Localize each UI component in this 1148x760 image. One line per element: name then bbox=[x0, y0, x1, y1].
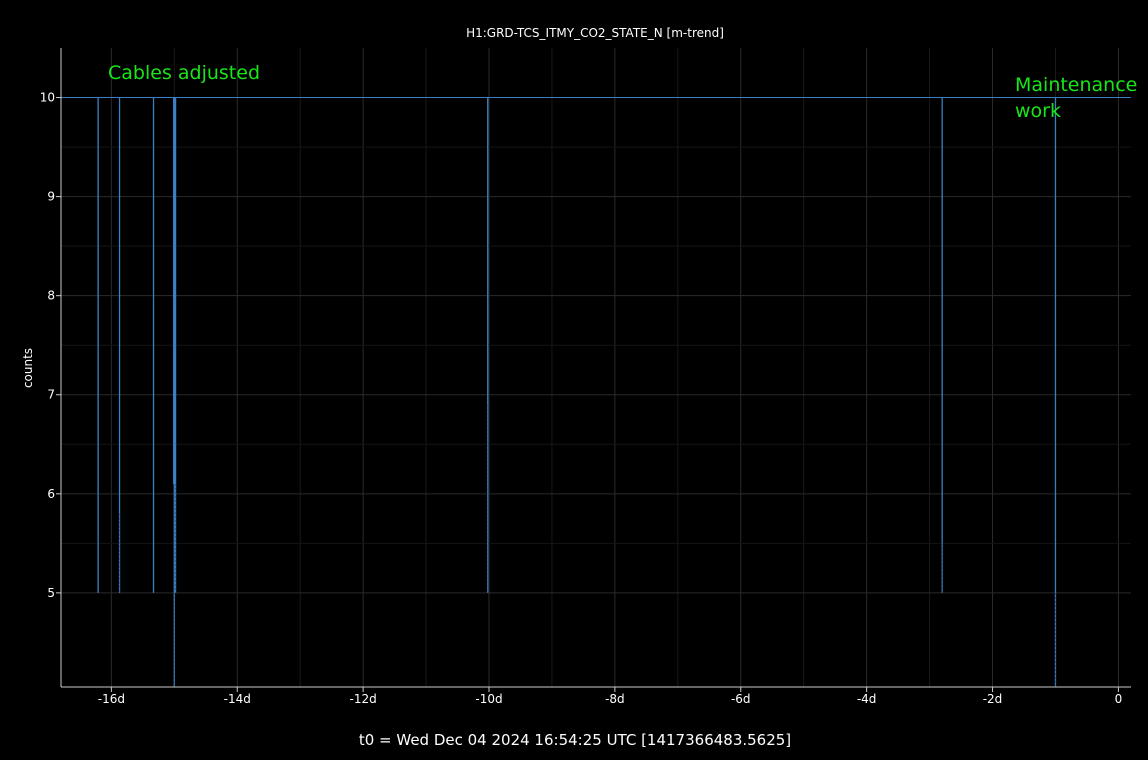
y-tick-label: 6 bbox=[47, 487, 55, 501]
x-tick-label: -10d bbox=[475, 692, 502, 706]
y-axis-label: counts bbox=[21, 348, 35, 388]
x-tick-label: -12d bbox=[350, 692, 377, 706]
y-tick-label: 10 bbox=[40, 91, 55, 105]
x-axis-ticks: -16d -14d -12d -10d -8d -6d -4d -2d 0 bbox=[98, 687, 1122, 706]
grid bbox=[61, 48, 1131, 687]
x-tick-label: 0 bbox=[1115, 692, 1123, 706]
annotation-maintenance: Maintenance bbox=[1015, 74, 1137, 96]
x-tick-label: -14d bbox=[224, 692, 251, 706]
y-tick-label: 8 bbox=[47, 289, 55, 303]
chart-title: H1:GRD-TCS_ITMY_CO2_STATE_N [m-trend] bbox=[466, 26, 724, 40]
x-tick-label: -16d bbox=[98, 692, 125, 706]
x-tick-label: -6d bbox=[731, 692, 751, 706]
annotation-cables-adjusted: Cables adjusted bbox=[108, 62, 260, 84]
x-tick-label: -2d bbox=[983, 692, 1003, 706]
y-tick-label: 9 bbox=[47, 190, 55, 204]
y-tick-label: 7 bbox=[47, 388, 55, 402]
chart: H1:GRD-TCS_ITMY_CO2_STATE_N [m-trend] -1… bbox=[21, 26, 1137, 749]
y-axis-ticks: 5 6 7 8 9 10 bbox=[40, 91, 61, 600]
x-tick-label: -4d bbox=[857, 692, 877, 706]
series-dip-cluster bbox=[173, 97, 177, 484]
y-tick-label: 5 bbox=[47, 586, 55, 600]
series-line bbox=[61, 97, 1131, 687]
x-axis-label: t0 = Wed Dec 04 2024 16:54:25 UTC [14173… bbox=[359, 731, 791, 749]
x-tick-label: -8d bbox=[605, 692, 625, 706]
annotation-maintenance-work: work bbox=[1015, 100, 1061, 122]
axes bbox=[60, 48, 1131, 688]
